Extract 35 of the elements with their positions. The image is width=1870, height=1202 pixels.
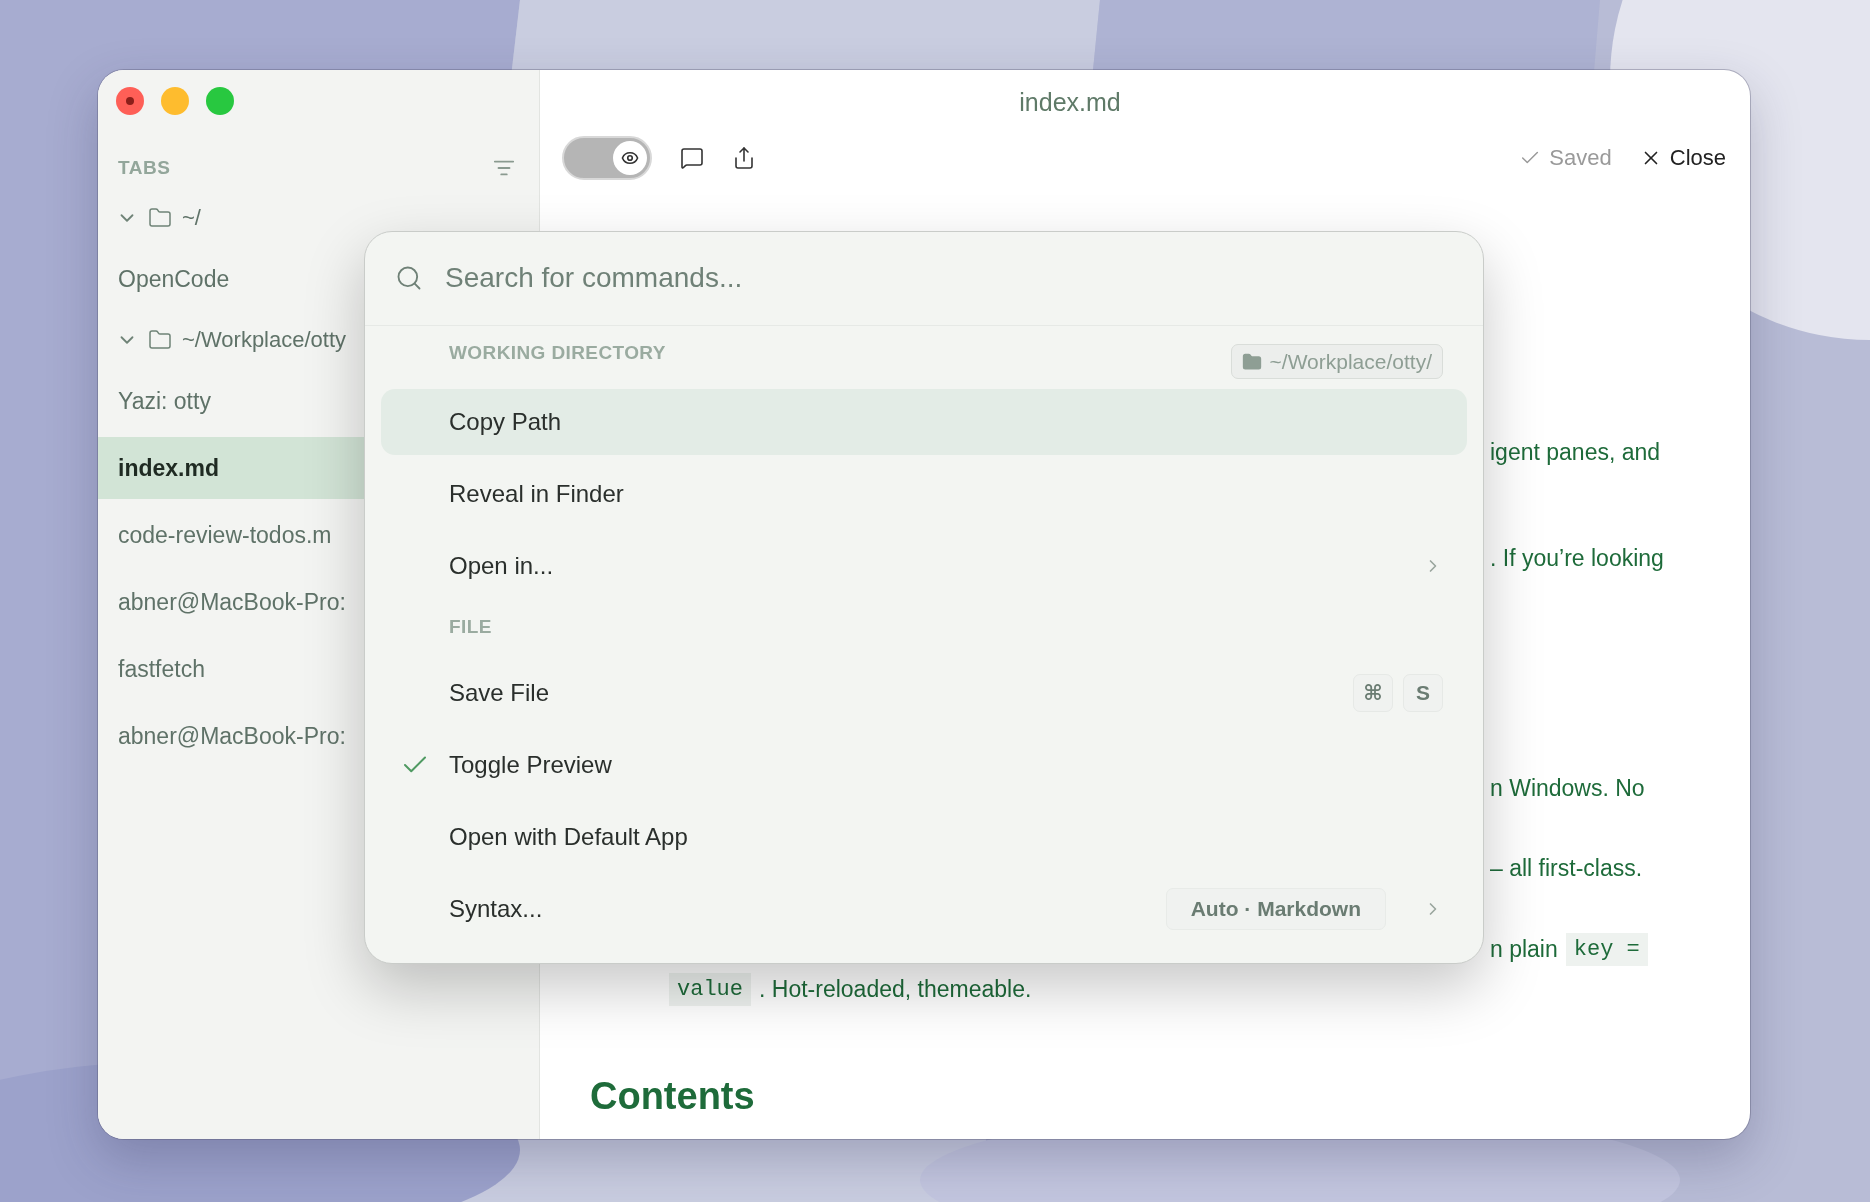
command-item[interactable]: Save File ⌘ S bbox=[381, 659, 1467, 727]
paragraph-text: n Windows. No bbox=[1490, 774, 1645, 802]
search-field[interactable]: Search for commands... bbox=[443, 255, 1483, 302]
section-title: Contents bbox=[590, 1074, 756, 1119]
inline-code: key = bbox=[1565, 932, 1648, 966]
folder-icon bbox=[148, 328, 172, 352]
paragraph-text: . Hot-reloaded, themeable. bbox=[759, 975, 1032, 1003]
comment-button[interactable] bbox=[680, 146, 704, 170]
command-item[interactable]: Copy Path bbox=[381, 388, 1467, 456]
section-heading: FILE bbox=[449, 615, 492, 638]
eye-icon bbox=[621, 149, 639, 167]
folder-group[interactable]: ~/ bbox=[98, 193, 539, 243]
section-heading: WORKING DIRECTORY bbox=[449, 341, 666, 364]
value-badge: Auto · Markdown bbox=[1165, 887, 1386, 930]
paragraph-text: . If you’re looking bbox=[1490, 544, 1664, 572]
command-item[interactable]: Open with Default App bbox=[381, 803, 1467, 871]
inline-code: value bbox=[669, 972, 751, 1006]
window-title: index.md bbox=[1019, 88, 1121, 117]
command-item[interactable]: Toggle Preview bbox=[381, 731, 1467, 799]
command-item[interactable]: Syntax... Auto · Markdown bbox=[381, 875, 1467, 942]
keycap: S bbox=[1403, 674, 1443, 713]
saved-status: Saved bbox=[1519, 145, 1612, 171]
folder-icon bbox=[1241, 351, 1262, 372]
folder-icon bbox=[148, 206, 172, 230]
path-badge: ~/Workplace/otty/ bbox=[1230, 344, 1443, 380]
preview-toggle[interactable] bbox=[562, 136, 652, 180]
keycap: ⌘ bbox=[1353, 674, 1393, 713]
share-button[interactable] bbox=[732, 146, 756, 170]
close-button[interactable]: Close bbox=[1639, 145, 1726, 171]
command-item[interactable]: Open in... bbox=[381, 532, 1467, 599]
paragraph-text: igent panes, and bbox=[1490, 438, 1661, 466]
paragraph-text: n plain bbox=[1490, 935, 1558, 963]
section-heading: TABS bbox=[118, 157, 171, 179]
close-window-button[interactable] bbox=[116, 87, 144, 115]
paragraph-text: – all first-class. bbox=[1490, 854, 1643, 882]
